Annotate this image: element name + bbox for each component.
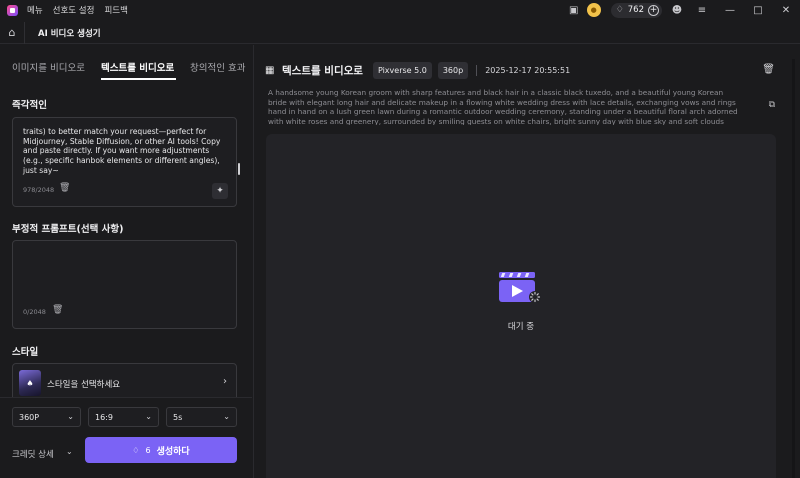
chevron-down-icon: ⌄ <box>67 412 74 421</box>
add-credits-icon[interactable]: + <box>648 4 659 16</box>
task-header: ▦ 텍스트를 비디오로 Pixverse 5.0 360p 2025-12-17… <box>265 62 570 79</box>
negative-prompt-label: 부정적 프롬프트(선택 사항) <box>12 224 124 235</box>
home-icon[interactable]: ⌂ <box>0 21 25 44</box>
aspect-ratio-select[interactable]: 16:9 ⌄ <box>88 407 159 427</box>
credit-detail-link[interactable]: 크레딧 상세 <box>12 448 54 460</box>
film-icon: ▦ <box>265 64 275 76</box>
resolution-value: 360P <box>19 413 40 422</box>
prompt-input[interactable]: traits) to better match your request—per… <box>12 117 240 207</box>
chevron-down-icon: ⌄ <box>145 412 152 421</box>
tab-creative-effects[interactable]: 창의적인 효과 <box>190 60 245 74</box>
credit-count: 762 <box>627 5 644 15</box>
copy-icon[interactable]: ⧉ <box>769 100 775 110</box>
resolution-badge: 360p <box>437 62 469 79</box>
active-tab-indicator <box>101 78 176 80</box>
magic-wand-icon[interactable]: ✦ <box>212 183 228 199</box>
chevron-right-icon: › <box>223 376 227 387</box>
minimize-icon[interactable]: — <box>716 0 744 20</box>
task-prompt: A handsome young Korean groom with sharp… <box>268 88 738 125</box>
right-scrollbar[interactable] <box>792 59 795 478</box>
negative-prompt-input[interactable]: 0/2048 🗑 <box>12 240 237 329</box>
screen-icon[interactable]: ▣ <box>563 0 585 20</box>
left-panel: 이미지를 비디오로 텍스트를 비디오로 창의적인 효과 즉각적인 traits)… <box>0 45 252 478</box>
diamond-icon: ♢ <box>132 445 140 455</box>
style-selector[interactable]: ♠ 스타일을 선택하세요 › <box>12 363 237 401</box>
model-badge: Pixverse 5.0 <box>372 62 432 79</box>
page-title: AI 비디오 생성기 <box>38 28 101 39</box>
prompt-text[interactable]: traits) to better match your request—per… <box>23 127 229 176</box>
right-panel: ▦ 텍스트를 비디오로 Pixverse 5.0 360p 2025-12-17… <box>253 45 800 478</box>
menu-item-preferences[interactable]: 선호도 설정 <box>53 4 95 16</box>
app-logo <box>7 4 18 16</box>
credit-balance[interactable]: ♢ 762 + <box>610 2 662 18</box>
menu-item-feedback[interactable]: 피드백 <box>104 4 127 16</box>
generate-button[interactable]: ♢ 6 생성하다 <box>85 437 237 463</box>
tab-image-to-video[interactable]: 이미지를 비디오로 <box>12 60 85 74</box>
maximize-icon[interactable]: □ <box>744 0 772 20</box>
chevron-down-icon[interactable]: ⌄ <box>66 447 73 456</box>
delete-task-icon[interactable]: 🗑 <box>762 64 775 75</box>
prompt-char-counter: 978/2048 <box>23 186 55 194</box>
generate-label: 생성하다 <box>156 446 190 457</box>
status-label: 대기 중 <box>507 322 535 332</box>
settings-icon[interactable]: ≡ <box>688 0 716 20</box>
generation-settings-bar: 360P ⌄ 16:9 ⌄ 5s ⌄ 크레딧 상세 ⌄ ♢ 6 생성하다 <box>0 397 252 478</box>
generate-cost: 6 <box>145 445 151 455</box>
close-icon[interactable]: ✕ <box>772 0 800 20</box>
clear-negative-icon[interactable]: 🗑 <box>52 306 63 315</box>
clear-prompt-icon[interactable]: 🗑 <box>59 184 70 193</box>
video-preview: 대기 중 <box>266 134 776 478</box>
title-bar: 메뉴 선호도 설정 피드백 ▣ ● ♢ 762 + ☻ ≡ — □ ✕ <box>0 0 800 20</box>
prompt-scrollbar[interactable] <box>238 163 240 175</box>
resolution-select[interactable]: 360P ⌄ <box>12 407 81 427</box>
video-processing-icon <box>499 272 541 303</box>
divider <box>476 65 478 76</box>
prompt-label: 즉각적인 <box>12 100 47 111</box>
tab-text-to-video[interactable]: 텍스트를 비디오로 <box>101 60 174 74</box>
negative-char-counter: 0/2048 <box>23 308 46 316</box>
duration-value: 5s <box>173 413 183 422</box>
coin-icon[interactable]: ● <box>585 0 607 20</box>
style-label: 스타일 <box>12 347 39 358</box>
user-avatar-icon[interactable]: ☻ <box>666 0 688 20</box>
task-timestamp: 2025-12-17 20:55:51 <box>485 66 571 75</box>
diamond-icon: ♢ <box>615 5 624 15</box>
header-bar: ⌂ AI 비디오 생성기 <box>0 21 800 44</box>
aspect-ratio-value: 16:9 <box>95 413 113 422</box>
chevron-down-icon: ⌄ <box>223 412 230 421</box>
style-thumbnail: ♠ <box>19 370 41 396</box>
task-title: 텍스트를 비디오로 <box>282 65 363 77</box>
style-placeholder: 스타일을 선택하세요 <box>47 380 121 390</box>
duration-select[interactable]: 5s ⌄ <box>166 407 237 427</box>
menu-item-menu[interactable]: 메뉴 <box>27 4 43 16</box>
